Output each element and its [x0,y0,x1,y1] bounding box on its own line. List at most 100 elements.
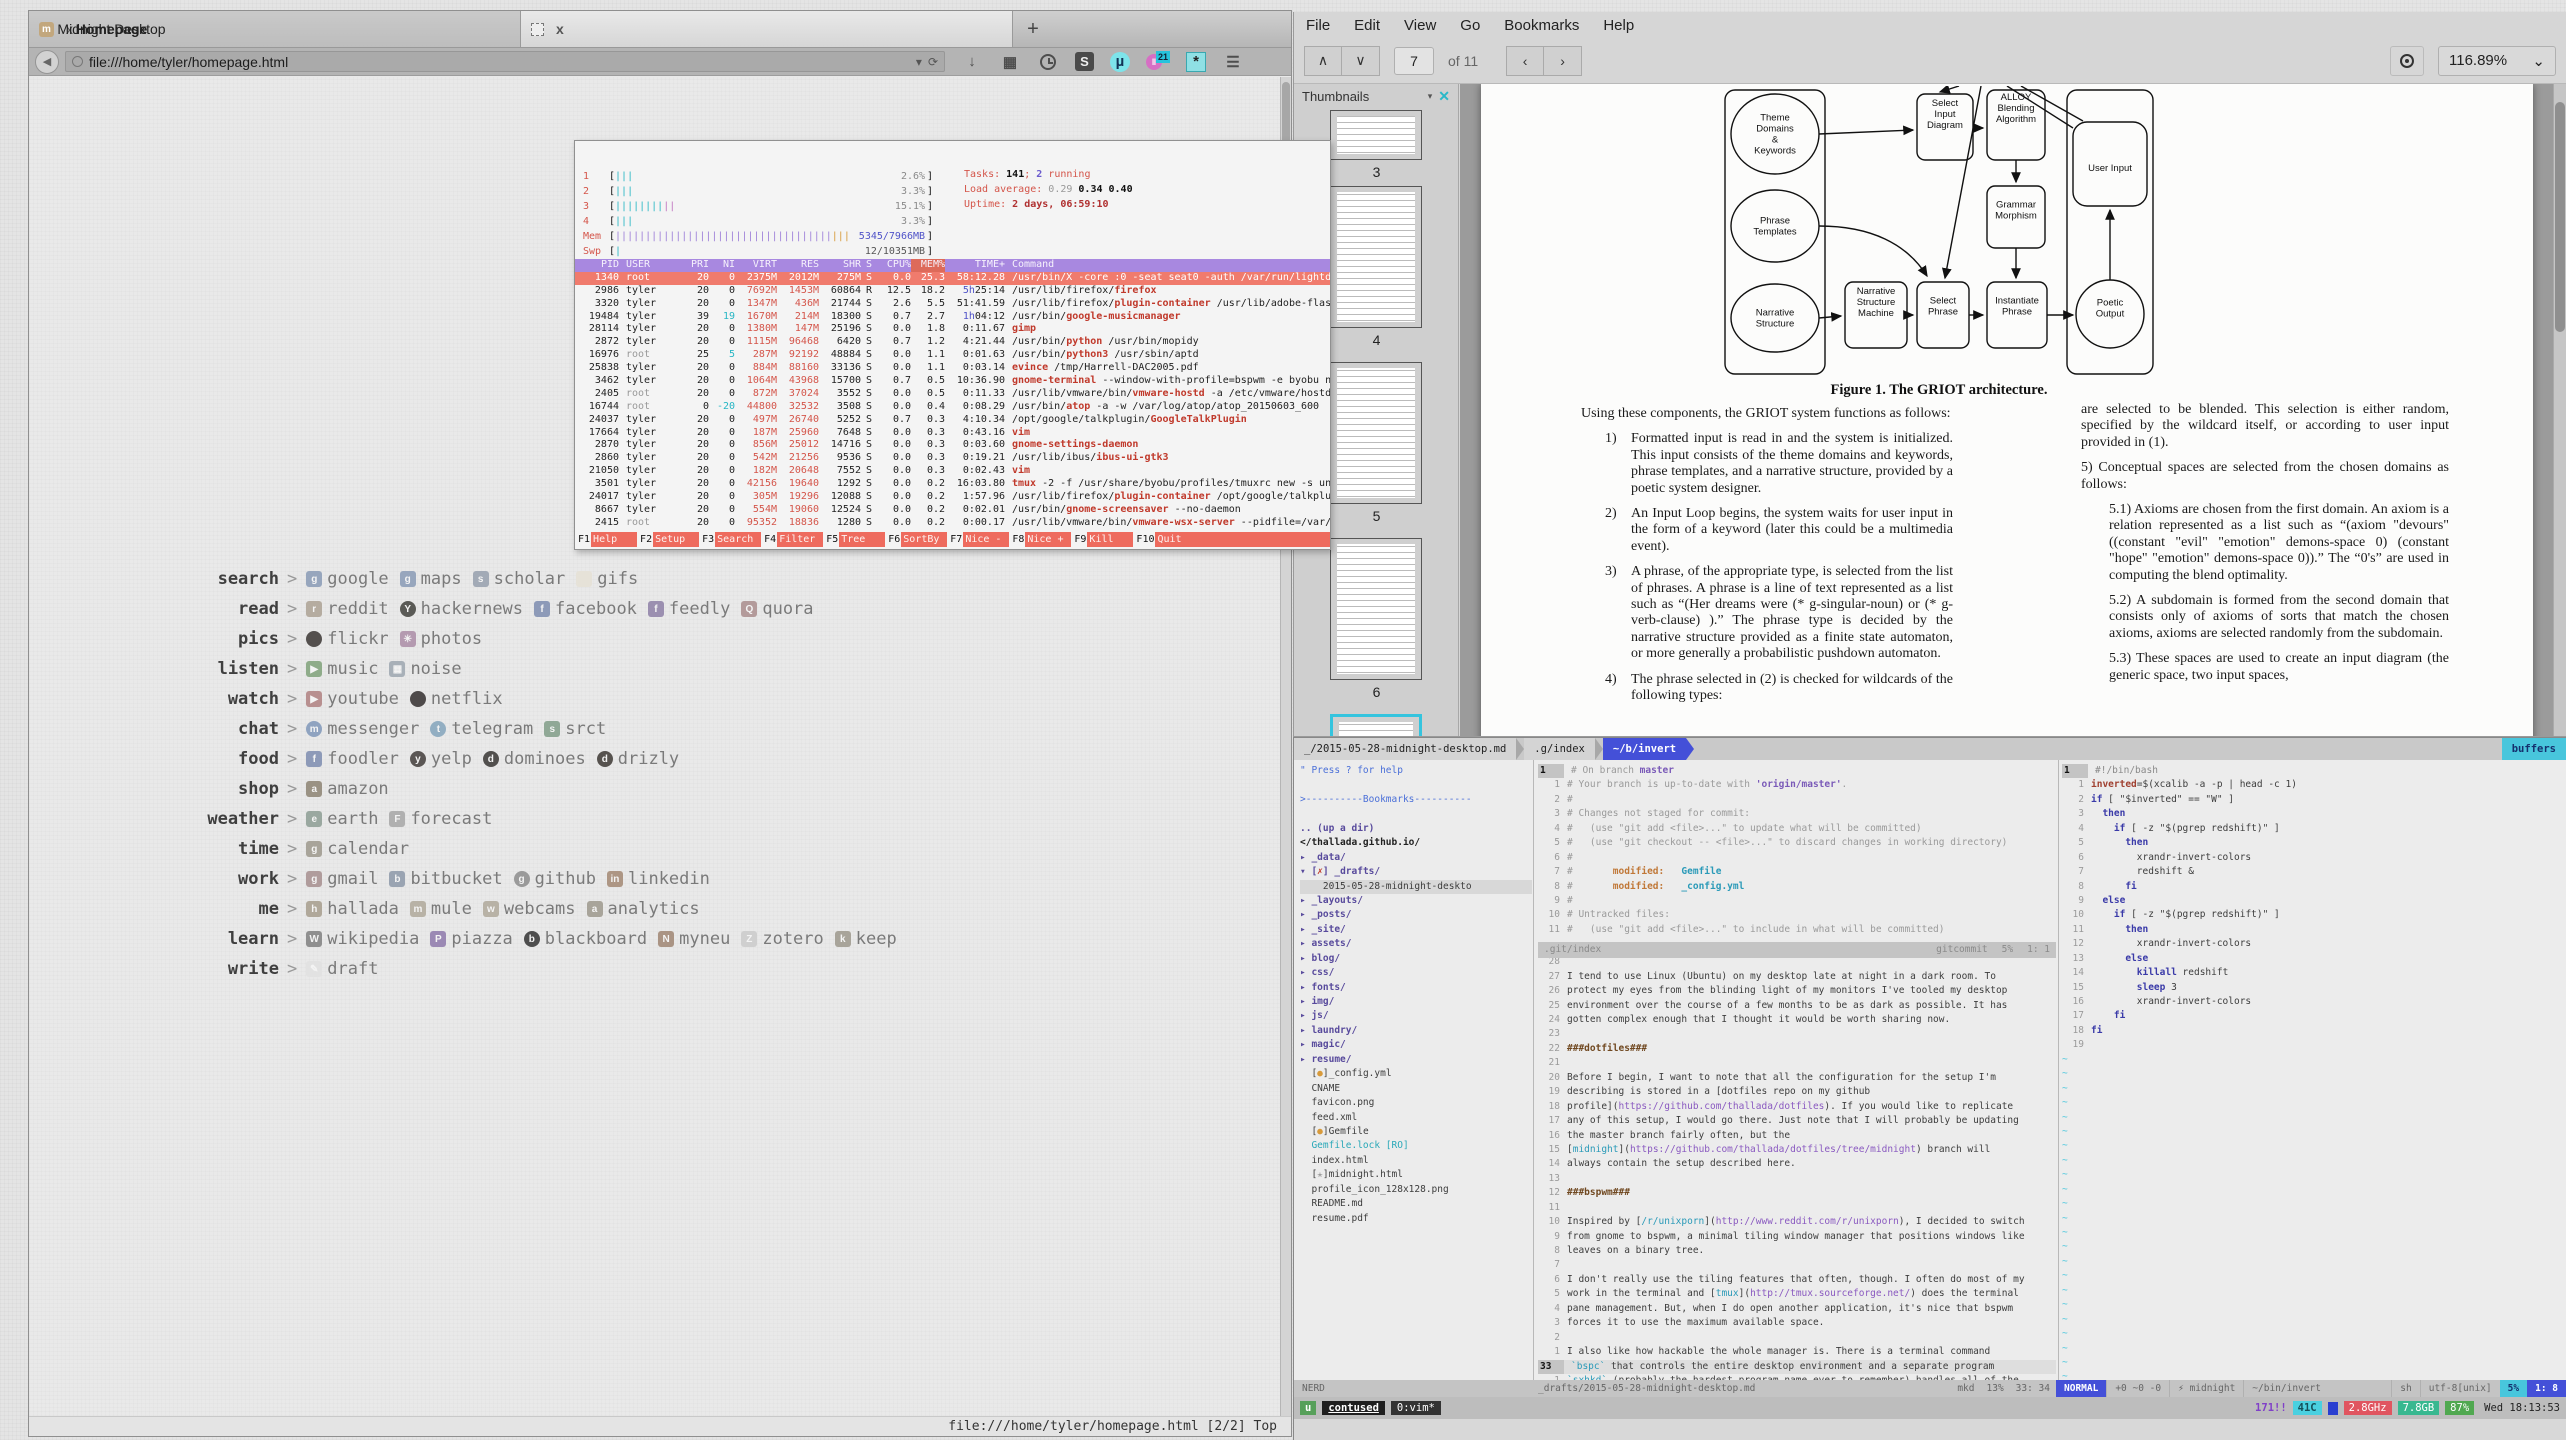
homepage-link-keep[interactable]: kkeep [835,929,897,949]
nerdtree-item[interactable]: ▸ _posts/ [1300,908,1532,922]
homepage-link-analytics[interactable]: aanalytics [587,899,700,919]
back-button[interactable]: ◀ [35,50,59,74]
homepage-link-amazon[interactable]: aamazon [306,779,388,799]
htop-process-row[interactable]: 2860tyler200542M212569536S0.00.30:19.21/… [575,452,1330,465]
menu-go[interactable]: Go [1460,17,1480,34]
htop-process-row[interactable]: 2872tyler2001115M964686420S0.71.24:21.44… [575,336,1330,349]
nerdtree-item[interactable]: " Press ? for help [1300,764,1532,778]
htop-process-row[interactable]: 8667tyler200554M1906012524S0.00.20:02.01… [575,504,1330,517]
htop-process-row[interactable]: 24037tyler200497M267405252S0.70.34:10.34… [575,414,1330,427]
htop-process-row[interactable]: 3501tyler20042156196401292S0.00.216:03.8… [575,478,1330,491]
homepage-link-foodler[interactable]: ffoodler [306,749,399,769]
homepage-link-music[interactable]: ▶music [306,659,378,679]
homepage-link-earth[interactable]: eearth [306,809,378,829]
page-up-button[interactable]: ∧ [1304,46,1342,76]
site-identity-icon[interactable] [72,56,83,67]
page-down-button[interactable]: ∨ [1342,46,1380,76]
nerdtree-item[interactable] [1300,778,1532,792]
nerdtree-item[interactable]: CNAME [1300,1082,1532,1096]
menu-bookmarks[interactable]: Bookmarks [1504,17,1579,34]
menu-hamburger-icon[interactable]: ☰ [1222,51,1244,73]
script-pane[interactable]: 1#!/bin/bash1inverted=$(xcalib -a -p | h… [2062,764,2566,1380]
homepage-link-piazza[interactable]: Ppiazza [430,929,512,949]
homepage-link-zotero[interactable]: Zzotero [741,929,823,949]
homepage-link-maps[interactable]: gmaps [400,569,462,589]
homepage-link-facebook[interactable]: ffacebook [534,599,637,619]
htop-process-row[interactable]: 1340root2002375M2012M275MS0.025.358:12.2… [575,272,1330,285]
nerdtree-item[interactable]: ▸ _site/ [1300,923,1532,937]
fkey-F10[interactable]: F10 [1133,532,1155,547]
nerdtree-item[interactable]: ▸ _data/ [1300,851,1532,865]
menu-view[interactable]: View [1404,17,1436,34]
homepage-link-hackernews[interactable]: Yhackernews [400,599,523,619]
homepage-link-netflix[interactable]: netflix [410,689,503,709]
homepage-link-youtube[interactable]: ▶youtube [306,689,399,709]
nerdtree-item[interactable]: ▸ resume/ [1300,1053,1532,1067]
nerdtree-item[interactable]: .. (up a dir) [1300,822,1532,836]
column-header-time+[interactable]: TIME+ [945,259,1005,272]
fkey-F4[interactable]: F4 [761,532,777,547]
dropdown-arrow-icon[interactable]: ▾ [916,55,922,69]
column-header-pri[interactable]: PRI [681,259,709,272]
nerdtree-item[interactable]: 2015-05-28-midnight-deskto [1300,880,1532,894]
menu-edit[interactable]: Edit [1354,17,1380,34]
homepage-link-yelp[interactable]: yyelp [410,749,472,769]
nerdtree-item[interactable]: ▸ img/ [1300,995,1532,1009]
fkey-label[interactable]: SortBy [901,532,947,547]
column-header-cpu%[interactable]: CPU% [877,259,911,272]
htop-process-row[interactable]: 28114tyler2001380M147M25196S0.01.80:11.6… [575,323,1330,336]
nerdtree-item[interactable]: favicon.png [1300,1096,1532,1110]
tab-homepage[interactable]: Homepage x [521,11,1013,47]
homepage-link-wikipedia[interactable]: Wwikipedia [306,929,419,949]
scrapbook-icon[interactable]: S [1075,52,1094,71]
nerdtree-item[interactable]: README.md [1300,1197,1532,1211]
htop-process-row[interactable]: 2405root200872M370243552S0.00.50:11.33/u… [575,388,1330,401]
nerdtree-item[interactable]: ▸ blog/ [1300,952,1532,966]
buffer-tab-invert-active[interactable]: ~/b/invert [1603,738,1686,760]
stats-badge-icon[interactable]: ‖21 [1146,51,1170,73]
fkey-F7[interactable]: F7 [947,532,963,547]
fkey-F1[interactable]: F1 [575,532,591,547]
column-header-ni[interactable]: NI [709,259,735,272]
htop-process-row[interactable]: 19484tyler39191670M214M18300S0.72.71h04:… [575,311,1330,324]
thumbnail-page-7-selected[interactable] [1330,714,1422,736]
htop-process-row[interactable]: 2870tyler200856M2501214716S0.00.30:03.60… [575,439,1330,452]
homepage-link-linkedin[interactable]: inlinkedin [607,869,710,889]
column-header-s[interactable]: S [861,259,877,272]
thumbnail-page-3[interactable] [1330,110,1422,160]
nerdtree-item[interactable]: ▸ magic/ [1300,1038,1532,1052]
history-forward-button[interactable]: › [1544,46,1582,76]
nerdtree-item[interactable]: ▸ js/ [1300,1009,1532,1023]
column-header-res[interactable]: RES [777,259,819,272]
homepage-link-feedly[interactable]: ffeedly [648,599,730,619]
sidebar-close-icon[interactable]: ✕ [1438,88,1450,105]
homepage-link-dominoes[interactable]: ddominoes [483,749,586,769]
extension-puzzle-icon[interactable]: ▦ [999,51,1021,73]
homepage-link-drizly[interactable]: ddrizly [597,749,679,769]
adblock-asterisk-icon[interactable]: * [1186,52,1206,72]
homepage-link-webcams[interactable]: wwebcams [483,899,576,919]
homepage-link-messenger[interactable]: mmessenger [306,719,419,739]
column-header-virt[interactable]: VIRT [735,259,777,272]
htop-process-row[interactable]: 17664tyler200187M259607648S0.00.30:43.16… [575,427,1330,440]
nerdtree-item[interactable]: >----------Bookmarks---------- [1300,793,1532,807]
fkey-label[interactable]: Nice + [1025,532,1071,547]
fkey-label[interactable]: Kill [1087,532,1133,547]
fkey-F5[interactable]: F5 [823,532,839,547]
fkey-label[interactable]: Filter [777,532,823,547]
buffer-tab-markdown[interactable]: _/2015-05-28-midnight-desktop.md [1294,738,1516,760]
fkey-label[interactable]: Quit [1155,532,1201,547]
nerdtree-item[interactable]: index.html [1300,1154,1532,1168]
homepage-link-quora[interactable]: Qquora [741,599,813,619]
nerdtree-pane[interactable]: " Press ? for help >----------Bookmarks--… [1300,764,1532,1380]
tmux-window-label[interactable]: 0:vim* [1391,1401,1441,1415]
pdf-scrollbar-thumb[interactable] [2555,102,2565,332]
column-header-pid[interactable]: PID [583,259,619,272]
mu-extension-icon[interactable]: µ [1110,52,1130,72]
homepage-link-myneu[interactable]: Nmyneu [658,929,730,949]
homepage-link-hallada[interactable]: hhallada [306,899,399,919]
homepage-link-draft[interactable]: ✎draft [306,959,378,979]
homepage-link-blackboard[interactable]: bblackboard [524,929,647,949]
nerdtree-item[interactable]: ▸ css/ [1300,966,1532,980]
url-field[interactable]: file:///home/tyler/homepage.html ▾ ⟳ [65,51,945,72]
